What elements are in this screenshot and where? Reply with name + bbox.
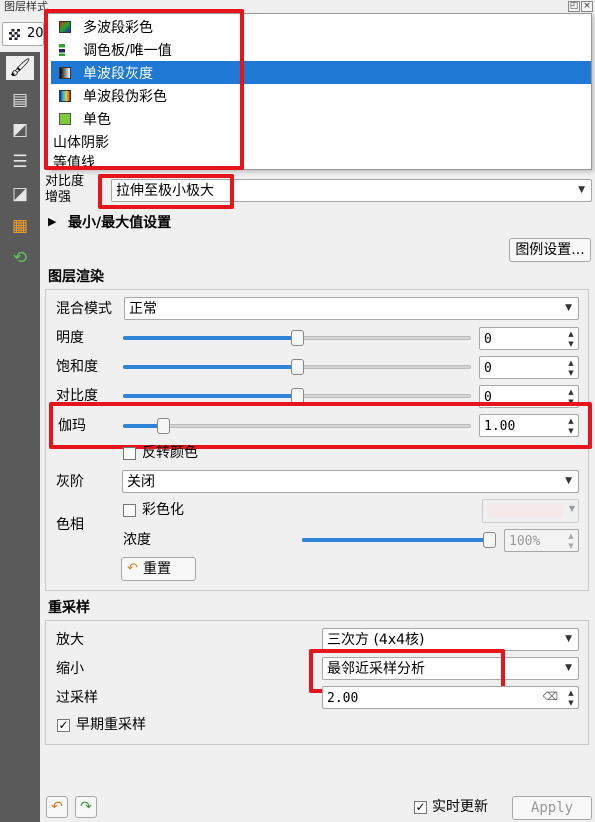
legend-icon[interactable]: ▦	[6, 214, 34, 238]
highlight-dropdown	[44, 9, 244, 170]
slider-handle[interactable]	[291, 330, 304, 346]
oversampling-value: 2.00	[327, 691, 359, 706]
float-button[interactable]: ◰	[568, 1, 580, 12]
chevron-down-icon: ▼	[565, 634, 572, 644]
strength-spinbox: 100% ▲ ▼	[504, 529, 579, 552]
spin-arrows-icon[interactable]: ▲ ▼	[566, 688, 576, 708]
strength-value: 100%	[509, 534, 541, 549]
reset-button[interactable]: ↶ 重置	[121, 557, 196, 581]
strength-label: 浓度	[123, 532, 151, 548]
window-title: 图层样式	[4, 0, 48, 13]
oversampling-label: 过采样	[56, 690, 98, 706]
clear-icon[interactable]: ⌫	[542, 690, 558, 703]
redo-icon: ↷	[80, 799, 92, 815]
metadata-icon[interactable]: ☰	[6, 150, 34, 174]
redo-button[interactable]: ↷	[75, 796, 97, 818]
chevron-down-icon: ▼	[578, 185, 585, 195]
brightness-spinbox[interactable]: 0 ▲ ▼	[479, 327, 579, 350]
blend-mode-combo[interactable]: 正常 ▼	[124, 297, 579, 320]
brightness-value: 0	[484, 332, 492, 347]
grayscale-combo[interactable]: 关闭 ▼	[122, 470, 579, 493]
slider-handle[interactable]	[483, 532, 496, 548]
zoomed-in-label: 放大	[56, 632, 84, 648]
resampling-heading: 重采样	[48, 600, 90, 616]
expand-arrow-icon[interactable]: ▶	[48, 215, 56, 228]
invert-colors-label: 反转颜色	[142, 445, 198, 461]
chevron-down-icon: ▼	[565, 663, 572, 673]
brightness-label: 明度	[56, 330, 84, 346]
undo-icon: ↶	[51, 799, 63, 815]
blend-mode-label: 混合模式	[56, 301, 112, 317]
oversampling-spinbox[interactable]: 2.00 ⌫ ▲ ▼	[322, 686, 579, 709]
early-resampling-label: 早期重采样	[76, 717, 146, 733]
legend-settings-button[interactable]: 图例设置...	[509, 238, 591, 262]
grayscale-label: 灰阶	[56, 474, 84, 490]
apply-button[interactable]: Apply	[512, 796, 592, 820]
strength-slider[interactable]	[302, 530, 496, 550]
close-button[interactable]: ×	[581, 1, 593, 12]
saturation-label: 饱和度	[56, 359, 98, 375]
colorize-label: 彩色化	[142, 502, 184, 518]
spin-arrows-icon: ▲ ▼	[568, 532, 574, 550]
saturation-value: 0	[484, 361, 492, 376]
invert-colors-checkbox[interactable]	[123, 447, 136, 460]
chevron-down-icon: ▼	[568, 504, 575, 513]
spin-arrows-icon[interactable]: ▲ ▼	[566, 358, 576, 378]
blend-mode-value: 正常	[129, 301, 157, 317]
chevron-down-icon: ▼	[565, 476, 572, 486]
live-update-checkbox[interactable]: ✓	[414, 801, 427, 814]
raster-thumbnail-icon	[9, 29, 20, 40]
histogram-icon[interactable]: ◩	[6, 118, 34, 142]
layer-selector-value: 20	[27, 26, 44, 41]
layer-rendering-heading: 图层渲染	[48, 269, 104, 285]
colorize-color-button[interactable]: ▼	[482, 499, 579, 523]
minmax-group-label[interactable]: 最小/最大值设置	[68, 214, 171, 232]
symbology-brush-icon[interactable]: 🖌	[6, 56, 34, 80]
colorize-checkbox[interactable]	[123, 504, 136, 517]
highlight-contrast	[98, 174, 234, 209]
reset-button-label: 重置	[143, 561, 171, 577]
early-resampling-checkbox[interactable]: ✓	[57, 719, 70, 732]
highlight-gamma	[49, 402, 592, 449]
saturation-spinbox[interactable]: 0 ▲ ▼	[479, 356, 579, 379]
live-update-label: 实时更新	[432, 799, 488, 815]
layer-selector[interactable]: 20	[2, 22, 44, 46]
pyramids-icon[interactable]: ◪	[6, 182, 34, 206]
color-swatch	[487, 504, 563, 518]
zoomed-in-combo[interactable]: 三次方 (4x4核) ▼	[322, 628, 579, 651]
chevron-down-icon: ▼	[565, 303, 572, 313]
hue-label: 色相	[56, 517, 84, 533]
spin-arrows-icon[interactable]: ▲ ▼	[566, 329, 576, 349]
zoomed-out-label: 缩小	[56, 661, 84, 677]
sync-icon[interactable]: ⟲	[6, 246, 34, 270]
brightness-slider[interactable]	[123, 328, 471, 348]
contrast-label: 对比度 增强	[45, 174, 85, 205]
zoomed-in-value: 三次方 (4x4核)	[327, 632, 425, 648]
slider-handle[interactable]	[291, 359, 304, 375]
saturation-slider[interactable]	[123, 357, 471, 377]
information-icon[interactable]: ▤	[6, 88, 34, 112]
undo-icon: ↶	[127, 561, 138, 576]
grayscale-value: 关闭	[127, 474, 155, 490]
undo-button[interactable]: ↶	[46, 796, 68, 818]
